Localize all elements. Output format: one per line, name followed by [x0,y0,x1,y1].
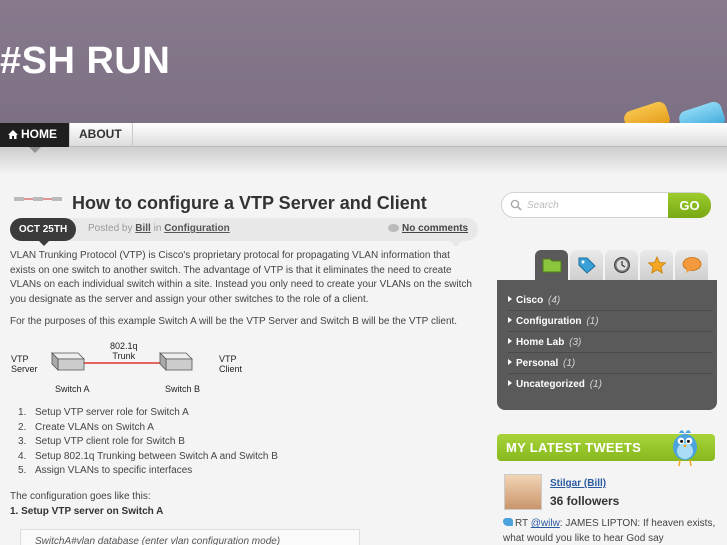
post-paragraph: VLAN Trunking Protocol (VTP) is Cisco's … [10,250,472,305]
tab-tags[interactable] [570,250,603,280]
site-title[interactable]: #SH RUN [0,40,170,83]
nav-item-about[interactable]: ABOUT [71,123,133,147]
search-icon [510,199,522,211]
date-pointer [39,241,49,246]
nav-item-home[interactable]: HOME [0,123,70,153]
steps-list: 1. Setup VTP server role for Switch A 2. C… [18,406,278,479]
list-item: 3. Setup VTP client role for Switch B [18,436,185,448]
diagram-switch-b-label: Switch B [165,384,201,394]
twitter-bird-icon [673,430,697,467]
config-heading: 1. Setup VTP server on Switch A [10,506,164,517]
nav-shadow [0,147,727,175]
network-icon [14,197,62,201]
main-nav: HOME ABOUT [0,123,727,153]
arrow-right-icon [508,380,512,386]
clock-icon [614,257,630,273]
arrow-right-icon [508,296,512,302]
post-date: OCT 25TH [18,224,68,235]
tweet-text: RT @wilw: JAMES LIPTON: If heaven exists… [503,518,716,544]
nav-label-about: ABOUT [79,127,122,141]
comment-icon [682,257,702,273]
category-item[interactable]: Personal (1) [508,354,713,374]
category-item[interactable]: Cisco (4) [508,291,713,311]
diagram-link-label: 802.1q Trunk [110,341,138,361]
arrow-right-icon [508,317,512,323]
list-item: 1. Setup VTP server role for Switch A [18,407,189,418]
code-line: SwitchA#vlan database (enter vlan config… [35,536,281,545]
post-body: VLAN Trunking Protocol (VTP) is Cisco's … [10,249,478,338]
author-link[interactable]: Bill [135,223,151,234]
folder-icon [542,258,562,273]
category-item[interactable]: Home Lab (3) [508,333,713,353]
avatar[interactable] [504,474,542,510]
list-item: 4. Setup 802.1q Trunking between Switch A… [18,450,278,462]
in-label: in [153,223,162,234]
tab-categories[interactable] [535,250,568,280]
config-intro: The configuration goes like this: [10,491,151,502]
switch-a-icon [51,352,85,371]
tag-icon [578,257,596,274]
diagram-right-label: VTP Client [219,354,243,374]
tab-popular[interactable] [640,250,673,280]
post-title[interactable]: How to configure a VTP Server and Client [72,193,427,214]
category-link[interactable]: Configuration [164,223,230,234]
post-date-badge: OCT 25TH [10,218,76,246]
post-byline: Posted by Bill in Configuration [88,223,230,234]
diagram-switch-a-label: Switch A [55,384,90,394]
post-paragraph: For the purposes of this example Switch … [10,316,458,328]
diagram-left-label: VTP Server [11,354,38,374]
arrow-right-icon [508,338,512,344]
tweets-title: MY LATEST TWEETS [506,440,642,455]
category-item[interactable]: Configuration (1) [508,312,713,332]
meta-pointer [450,241,462,247]
comments-label: No comments [402,223,469,234]
list-item: 2. Create VLANs on Switch A [18,421,154,433]
comment-bubble-icon [388,224,399,232]
followers-count: 36 followers [550,494,620,508]
tweet-handle-link[interactable]: @wilw [531,518,560,529]
twitter-user-link[interactable]: Stilgar (Bill) [550,478,606,489]
tab-archives[interactable] [605,250,638,280]
search-go-button[interactable]: GO [668,193,711,218]
switch-b-icon [159,352,193,371]
tab-comments[interactable] [675,250,708,280]
home-icon [8,130,18,139]
tweet-bird-icon [503,518,513,526]
star-icon [647,256,667,274]
vtp-diagram: VTP Server 802.1q Trunk VTP Client Switc… [10,339,275,395]
comments-link[interactable]: No comments [388,223,468,234]
list-item: 5. Assign VLANs to specific interfaces [18,465,193,477]
nav-label-home: HOME [21,127,57,141]
arrow-right-icon [508,359,512,365]
code-block: SwitchA#vlan database (enter vlan config… [20,529,360,545]
category-item[interactable]: Uncategorized (1) [508,375,713,395]
posted-by-label: Posted by [88,223,133,234]
site-header: #SH RUN [0,0,727,123]
search-input[interactable] [527,196,667,214]
